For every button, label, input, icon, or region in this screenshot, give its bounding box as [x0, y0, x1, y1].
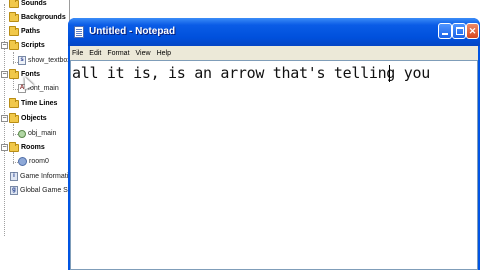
- notepad-app-icon[interactable]: [74, 26, 84, 38]
- window-title: Untitled - Notepad: [89, 26, 176, 37]
- folder-icon: [9, 39, 19, 50]
- folder-icon: [9, 11, 19, 22]
- tree-item-game-information[interactable]: i Game Information: [10, 171, 76, 182]
- desktop-screen: Sounds Backgrounds Paths − Scripts s sho…: [0, 0, 480, 270]
- document-text: all it is, is an arrow that's telling yo…: [72, 64, 430, 82]
- tree-item-label: Rooms: [21, 144, 45, 151]
- tree-item-label: room0: [29, 158, 49, 165]
- menu-format[interactable]: Format: [107, 50, 129, 57]
- collapse-toggle-icon[interactable]: −: [1, 115, 8, 122]
- script-icon: s: [18, 56, 26, 65]
- minimize-button[interactable]: [438, 23, 452, 39]
- tree-item-label: Paths: [21, 28, 41, 35]
- tree-item-sounds[interactable]: Sounds: [9, 0, 47, 9]
- tree-item-label: Time Lines: [21, 100, 58, 107]
- tree-item-label: Scripts: [21, 42, 45, 49]
- tree-item-show-textbox[interactable]: s show_textbox: [18, 55, 71, 66]
- object-icon: [18, 129, 26, 138]
- title-bar[interactable]: Untitled - Notepad ✕: [68, 18, 480, 46]
- collapse-toggle-icon[interactable]: −: [1, 42, 8, 49]
- tree-item-paths[interactable]: Paths: [9, 25, 41, 37]
- tree-item-objects[interactable]: − Objects: [1, 112, 47, 124]
- folder-icon: [9, 68, 19, 79]
- collapse-toggle-icon[interactable]: −: [1, 71, 8, 78]
- tree-item-label: Objects: [21, 115, 47, 122]
- menu-view[interactable]: View: [136, 50, 151, 57]
- folder-icon: [9, 0, 19, 8]
- menu-edit[interactable]: Edit: [89, 50, 101, 57]
- folder-icon: [9, 141, 19, 152]
- tree-item-label: obj_main: [28, 130, 57, 137]
- settings-icon: g: [10, 186, 18, 195]
- room-icon: [18, 157, 27, 166]
- info-icon: i: [10, 172, 18, 181]
- tree-item-time-lines[interactable]: Time Lines: [9, 97, 58, 109]
- tree-item-label: Sounds: [21, 0, 47, 7]
- collapse-toggle-icon[interactable]: −: [1, 144, 8, 151]
- minimize-icon: [442, 33, 448, 35]
- folder-icon: [9, 25, 19, 36]
- close-button[interactable]: ✕: [466, 23, 479, 39]
- tree-item-backgrounds[interactable]: Backgrounds: [9, 11, 66, 23]
- menu-help[interactable]: Help: [157, 50, 171, 57]
- resource-tree: Sounds Backgrounds Paths − Scripts s sho…: [0, 0, 88, 270]
- folder-icon: [9, 112, 19, 123]
- notepad-window: Untitled - Notepad ✕ File Edit Format Vi…: [68, 18, 480, 270]
- menu-bar: File Edit Format View Help: [70, 46, 478, 60]
- text-caret: [389, 65, 390, 82]
- tree-item-scripts[interactable]: − Scripts: [1, 39, 45, 51]
- tree-item-room0[interactable]: room0: [18, 156, 49, 167]
- tree-item-obj-main[interactable]: obj_main: [18, 128, 56, 139]
- tree-item-label: show_textbox: [28, 57, 71, 64]
- maximize-icon: [456, 27, 464, 35]
- maximize-button[interactable]: [452, 23, 466, 39]
- text-editor-area[interactable]: all it is, is an arrow that's telling yo…: [70, 60, 478, 270]
- folder-icon: [9, 97, 19, 108]
- tree-item-rooms[interactable]: − Rooms: [1, 141, 45, 153]
- menu-file[interactable]: File: [72, 50, 83, 57]
- tree-item-label: Backgrounds: [21, 14, 66, 21]
- close-icon: ✕: [468, 26, 477, 36]
